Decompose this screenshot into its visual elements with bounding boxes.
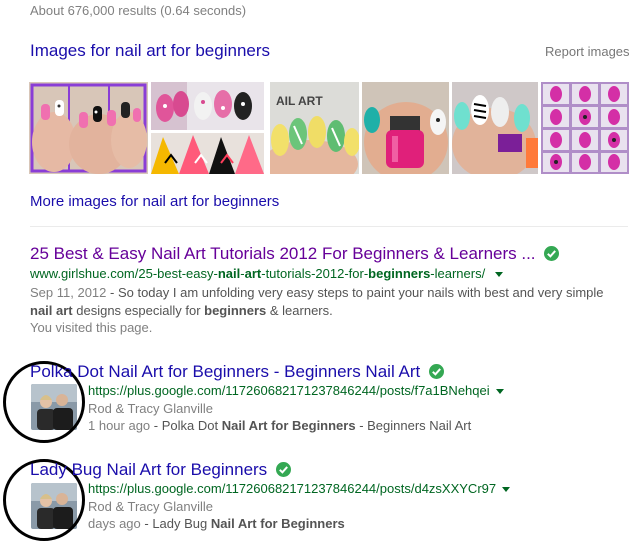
result-snippet: days ago - Lady Bug Nail Art for Beginne… bbox=[88, 516, 345, 531]
image-thumb-3[interactable] bbox=[151, 133, 264, 174]
more-images-link[interactable]: More images for nail art for beginners bbox=[30, 193, 279, 210]
image-thumb-1[interactable] bbox=[29, 82, 148, 174]
image-strip: AIL ART bbox=[29, 82, 629, 174]
url-options-caret-icon[interactable] bbox=[502, 487, 511, 493]
url-options-caret-icon[interactable] bbox=[494, 272, 503, 278]
verified-check-icon bbox=[275, 462, 291, 477]
image-thumb-4[interactable]: AIL ART bbox=[270, 82, 359, 174]
result-url: https://plus.google.com/1172606821712378… bbox=[88, 481, 511, 496]
section-divider bbox=[30, 226, 628, 227]
image-thumb-2[interactable] bbox=[151, 82, 264, 130]
result-url: https://plus.google.com/1172606821712378… bbox=[88, 383, 504, 398]
verified-check-icon bbox=[544, 246, 560, 261]
images-section-title[interactable]: Images for nail art for beginners bbox=[30, 41, 270, 61]
thumb-caption: AIL ART bbox=[276, 94, 323, 108]
visited-note: You visited this page. bbox=[30, 320, 153, 335]
result-url: www.girlshue.com/25-best-easy-nail-art-t… bbox=[30, 266, 620, 281]
search-result-3: Lady Bug Nail Art for Beginners bbox=[30, 460, 291, 480]
result-title-link[interactable]: Polka Dot Nail Art for Beginners - Begin… bbox=[30, 362, 444, 382]
image-thumb-7[interactable] bbox=[541, 82, 629, 174]
result-title-link[interactable]: 25 Best & Easy Nail Art Tutorials 2012 F… bbox=[30, 244, 620, 264]
results-stats: About 676,000 results (0.64 seconds) bbox=[30, 3, 247, 18]
search-result-1: 25 Best & Easy Nail Art Tutorials 2012 F… bbox=[30, 244, 620, 335]
verified-check-icon bbox=[428, 364, 444, 379]
result-snippet: 1 hour ago - Polka Dot Nail Art for Begi… bbox=[88, 418, 472, 433]
search-result-2: Polka Dot Nail Art for Beginners - Begin… bbox=[30, 362, 444, 382]
result-author: Rod & Tracy Glanville bbox=[88, 499, 213, 514]
image-thumb-5[interactable] bbox=[362, 82, 449, 174]
result-author: Rod & Tracy Glanville bbox=[88, 401, 213, 416]
result-snippet: Sep 11, 2012 - So today I am unfolding v… bbox=[30, 285, 604, 318]
report-images-link[interactable]: Report images bbox=[545, 44, 630, 59]
url-options-caret-icon[interactable] bbox=[495, 389, 504, 395]
image-thumb-6[interactable] bbox=[452, 82, 538, 174]
result-title-link[interactable]: Lady Bug Nail Art for Beginners bbox=[30, 460, 291, 480]
